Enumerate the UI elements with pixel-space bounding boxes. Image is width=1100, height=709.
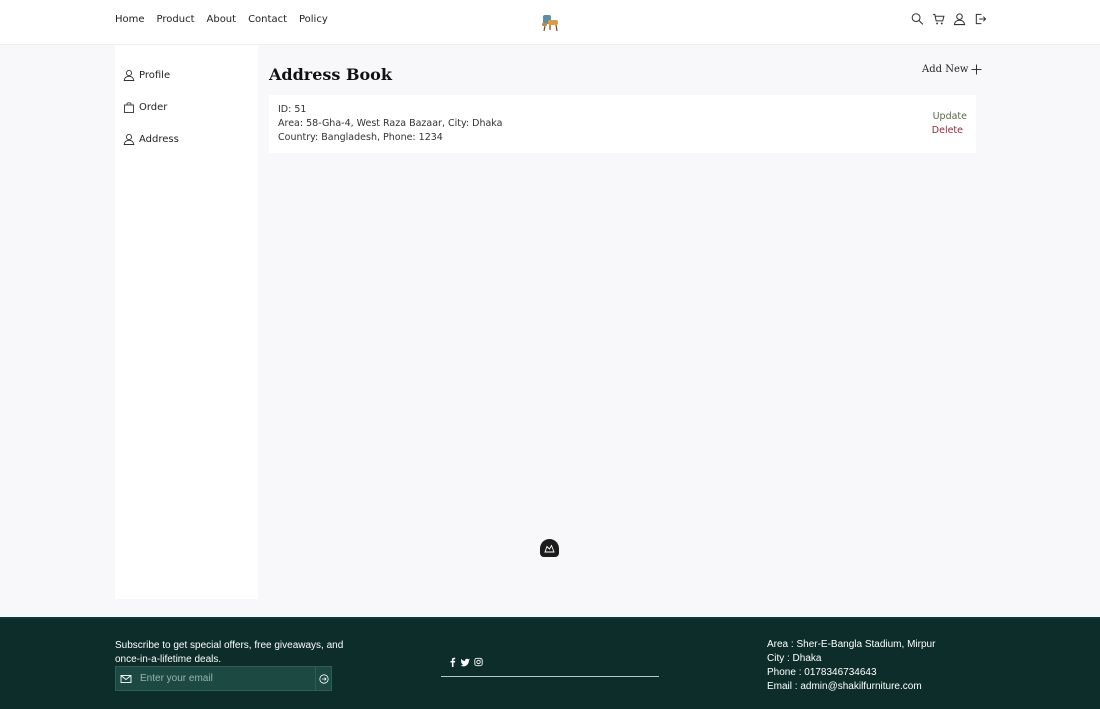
logout-icon[interactable]: [974, 12, 987, 26]
header-icons: [911, 12, 987, 26]
footer: Subscribe to get special offers, free gi…: [0, 617, 1100, 709]
sidebar-item-address[interactable]: Address: [123, 133, 179, 145]
contact-phone: Phone : 0178346734643: [767, 667, 877, 678]
nav-product[interactable]: Product: [157, 14, 195, 25]
subscribe-line-2: once-in-a-lifetime deals.: [115, 654, 222, 665]
chat-icon: [544, 543, 555, 552]
mail-icon: [120, 674, 132, 683]
update-button[interactable]: Update: [933, 111, 967, 122]
instagram-icon[interactable]: [474, 657, 483, 667]
header: Home Product About Contact Policy: [0, 0, 1100, 45]
address-id: ID: 51: [278, 104, 307, 115]
social-links: [448, 657, 483, 667]
arrow-right-circle-icon: [318, 673, 329, 684]
subscribe-line-1: Subscribe to get special offers, free gi…: [115, 640, 344, 651]
twitter-icon[interactable]: [461, 657, 470, 667]
contact-area: Area : Sher-E-Bangla Stadium, Mirpur: [767, 639, 936, 650]
chat-widget-button[interactable]: [540, 539, 559, 557]
subscribe-form: [115, 666, 332, 691]
plus-icon: [971, 64, 982, 75]
subscribe-submit-button[interactable]: [315, 667, 331, 690]
bag-icon: [124, 102, 134, 113]
sidebar-item-label: Order: [139, 101, 168, 113]
sidebar-item-order[interactable]: Order: [123, 101, 167, 113]
search-icon[interactable]: [911, 12, 924, 26]
cart-icon[interactable]: [932, 12, 945, 26]
delete-button[interactable]: Delete: [932, 125, 963, 136]
address-area: Area: 58-Gha-4, West Raza Bazaar, City: …: [278, 118, 503, 129]
nav-home[interactable]: Home: [115, 14, 145, 25]
user-icon: [123, 69, 135, 81]
account-sidebar: Profile Order Address: [115, 45, 258, 599]
address-country: Country: Bangladesh, Phone: 1234: [278, 132, 443, 143]
address-card: ID: 51 Area: 58-Gha-4, West Raza Bazaar,…: [269, 95, 976, 153]
user-icon: [123, 133, 135, 145]
facebook-icon[interactable]: [448, 657, 457, 667]
contact-email: Email : admin@shakilfurniture.com: [767, 681, 922, 692]
sidebar-item-profile[interactable]: Profile: [123, 69, 170, 81]
main-nav: Home Product About Contact Policy: [115, 14, 328, 25]
nav-contact[interactable]: Contact: [248, 14, 287, 25]
subscribe-text: Subscribe to get special offers, free gi…: [115, 639, 345, 667]
nav-about[interactable]: About: [207, 14, 237, 25]
sidebar-item-label: Address: [139, 133, 179, 145]
email-input[interactable]: [140, 668, 315, 689]
user-icon[interactable]: [953, 12, 966, 26]
sidebar-item-label: Profile: [139, 69, 171, 81]
contact-info: Area : Sher-E-Bangla Stadium, Mirpur Cit…: [767, 638, 935, 694]
add-new-label: Add New: [922, 64, 969, 75]
chair-logo[interactable]: [540, 12, 560, 32]
add-new-button[interactable]: Add New: [922, 64, 982, 75]
page-title: Address Book: [269, 65, 392, 84]
footer-divider: [441, 676, 659, 677]
nav-policy[interactable]: Policy: [299, 14, 328, 25]
contact-city: City : Dhaka: [767, 653, 822, 664]
